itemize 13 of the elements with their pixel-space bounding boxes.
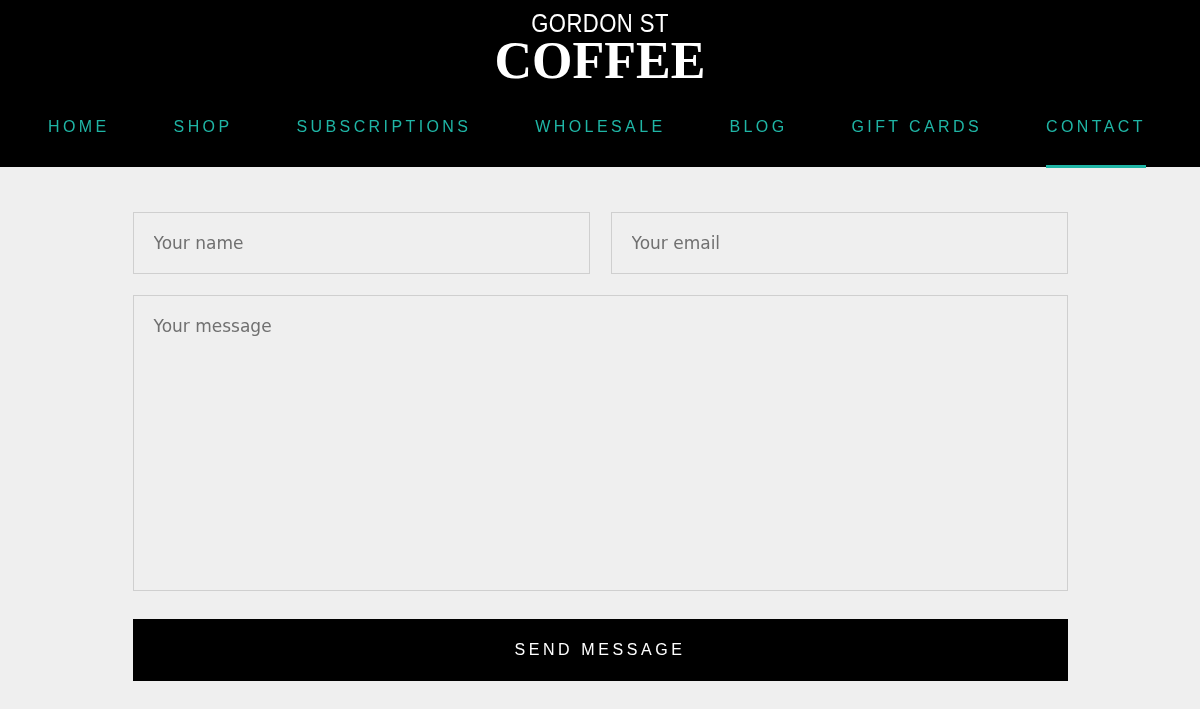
nav-link[interactable]: GIFT CARDS (851, 105, 983, 168)
logo-wordmark: COFFEE (494, 37, 706, 85)
nav-link[interactable]: HOME (48, 105, 110, 168)
nav-link[interactable]: SHOP (173, 105, 233, 168)
email-field[interactable]: Your email (610, 212, 1068, 274)
nav-link[interactable]: BLOG (729, 105, 788, 168)
logo-text: GORDON ST (531, 9, 669, 37)
name-field[interactable]: Your name (132, 212, 590, 274)
nav-link[interactable]: SUBSCRIPTIONS (296, 105, 472, 168)
nav-link[interactable]: CONTACT (1046, 105, 1146, 168)
message-field[interactable]: Your message (132, 295, 1068, 591)
send-button[interactable]: SEND MESSAGE (132, 619, 1068, 681)
nav-link[interactable]: WHOLESALE (535, 105, 666, 168)
